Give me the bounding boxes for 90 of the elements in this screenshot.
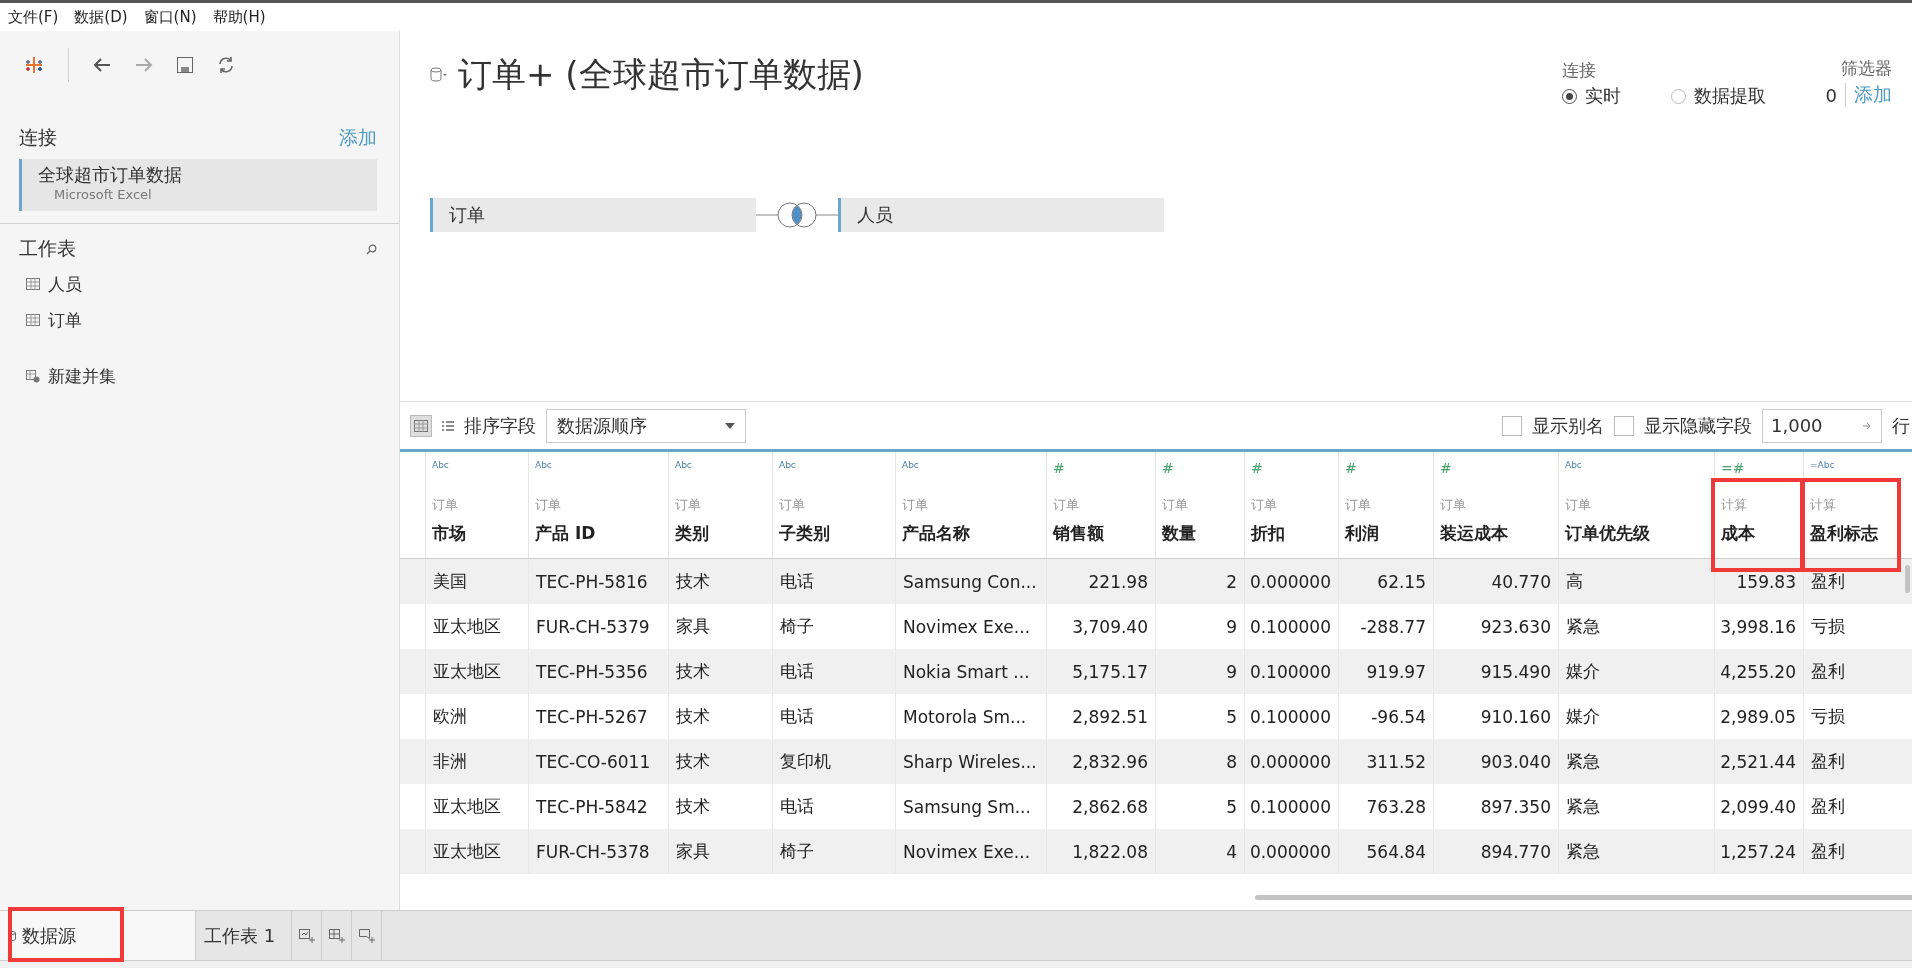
grid-view-icon: [414, 419, 428, 432]
list-view-icon[interactable]: [442, 420, 454, 431]
table-cell: 亚太地区: [425, 829, 528, 874]
column-header[interactable]: 类别: [675, 522, 766, 545]
column-source: 订单: [1053, 496, 1080, 514]
column-header[interactable]: 盈利标志: [1810, 522, 1893, 545]
sheet-item[interactable]: 订单: [48, 308, 82, 332]
data-type-icon[interactable]: Abc: [1565, 460, 1708, 482]
connection-label: 连接: [1561, 59, 1597, 82]
table-cell: 家具: [668, 829, 772, 874]
sheet-item[interactable]: 人员: [48, 272, 82, 296]
column-source: 订单: [675, 496, 702, 514]
column-header[interactable]: 子类别: [779, 522, 889, 545]
checkbox-option[interactable]: 显示别名: [1502, 413, 1604, 438]
table-icon: [26, 278, 40, 290]
column-header[interactable]: 订单优先级: [1565, 522, 1708, 545]
menu-item[interactable]: 文件(F): [8, 7, 59, 27]
section-label: 连接: [19, 125, 57, 150]
new-worksheet-icon[interactable]: [298, 928, 315, 943]
table-cell: 1,822.08: [1046, 829, 1155, 874]
connection-item[interactable]: 全球超市订单数据 Microsoft Excel: [19, 159, 377, 211]
back-arrow-icon[interactable]: [93, 57, 111, 73]
column-header[interactable]: 装运成本: [1440, 522, 1552, 545]
arrow-icon: [1863, 420, 1873, 431]
sort-dropdown[interactable]: 数据源顺序: [546, 408, 746, 443]
table-cell: 椅子: [772, 829, 895, 874]
table-node[interactable]: 订单: [430, 198, 756, 232]
column-header[interactable]: 产品名称: [902, 522, 1040, 545]
checkbox-option[interactable]: 显示隐藏字段: [1614, 413, 1752, 438]
column-header[interactable]: 数量: [1162, 522, 1238, 545]
column-source: 订单: [1440, 496, 1467, 514]
database-icon[interactable]: [430, 67, 448, 83]
column-header[interactable]: 产品 ID: [535, 522, 662, 545]
scrollbar[interactable]: [1255, 895, 1912, 900]
column-source: 订单: [779, 496, 806, 514]
table-node[interactable]: 人员: [838, 198, 1164, 232]
column-header[interactable]: 折扣: [1251, 522, 1332, 545]
connection-name: 全球超市订单数据: [38, 163, 183, 187]
new-story-icon[interactable]: [358, 928, 375, 943]
radio-option[interactable]: 数据提取: [1670, 84, 1766, 108]
row-count-field[interactable]: 1,000: [1762, 408, 1882, 443]
table-cell: 564.84: [1338, 829, 1433, 874]
menu-item[interactable]: 数据(D): [74, 7, 128, 27]
menu-item[interactable]: 帮助(H): [212, 7, 266, 27]
column-source: 计算: [1810, 496, 1837, 514]
search-icon[interactable]: [366, 243, 377, 255]
column-source: 订单: [902, 496, 929, 514]
filter-count: 0: [1825, 84, 1837, 106]
filters-label: 筛选器: [1841, 57, 1892, 80]
column-header[interactable]: 成本: [1721, 522, 1797, 545]
table-cell: 紧急: [1558, 829, 1714, 874]
column-header[interactable]: 市场: [432, 522, 522, 545]
column-source: 计算: [1721, 496, 1748, 514]
new-union-link[interactable]: 新建并集: [48, 364, 116, 388]
table-cell: 894.770: [1433, 829, 1558, 874]
menu-item[interactable]: 窗口(N): [143, 7, 197, 27]
data-type-icon[interactable]: Abc: [779, 460, 889, 482]
column-source: 订单: [1162, 496, 1189, 514]
table-cell: 4: [1155, 829, 1244, 874]
column-source: 订单: [1345, 496, 1372, 514]
logo-icon[interactable]: [24, 55, 44, 75]
union-icon: [26, 369, 40, 383]
table-cell: Novimex Exe...: [895, 829, 1046, 874]
scrollbar[interactable]: [1905, 565, 1910, 593]
column-source: 订单: [1565, 496, 1592, 514]
data-type-icon[interactable]: =Abc: [1810, 460, 1893, 482]
data-type-icon[interactable]: Abc: [902, 460, 1040, 482]
refresh-icon[interactable]: [217, 56, 235, 74]
column-header[interactable]: 利润: [1345, 522, 1427, 545]
column-source: 订单: [432, 496, 459, 514]
rows-label: 行: [1892, 413, 1910, 438]
new-dashboard-icon[interactable]: [328, 928, 345, 943]
table-cell: 0.000000: [1244, 829, 1338, 874]
table-cell: 1,257.24: [1714, 829, 1803, 874]
datasource-title[interactable]: 订单+ (全球超市订单数据): [458, 52, 864, 98]
sort-label: 排序字段: [464, 413, 536, 438]
column-header[interactable]: 销售额: [1053, 522, 1149, 545]
data-type-icon[interactable]: Abc: [535, 460, 662, 482]
column-source: 订单: [535, 496, 562, 514]
data-type-icon[interactable]: Abc: [432, 460, 522, 482]
save-icon[interactable]: [177, 57, 193, 73]
connection-type: Microsoft Excel: [54, 187, 153, 202]
radio-option[interactable]: 实时: [1561, 84, 1621, 108]
table-cell: 盈利: [1803, 829, 1899, 874]
column-source: 订单: [1251, 496, 1278, 514]
caret-icon: [725, 422, 735, 429]
table-cell: FUR-CH-5378: [528, 829, 668, 874]
data-type-icon[interactable]: Abc: [675, 460, 766, 482]
table-icon: [26, 314, 40, 326]
section-label: 工作表: [19, 236, 76, 261]
